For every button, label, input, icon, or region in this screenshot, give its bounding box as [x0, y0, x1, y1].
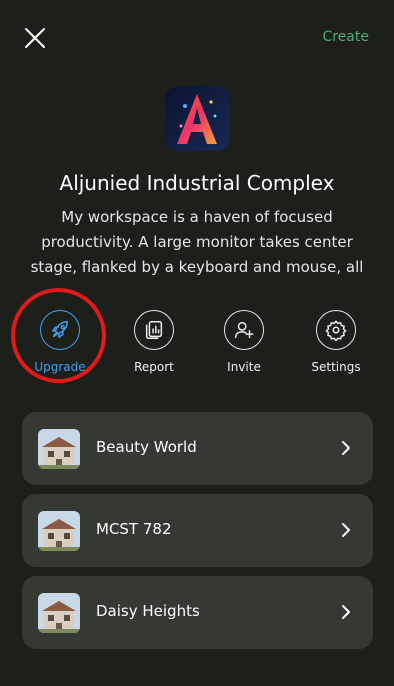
list-item-label: MCST 782 — [96, 520, 172, 538]
chevron-right-icon — [342, 605, 350, 619]
create-button[interactable]: Create — [322, 29, 369, 45]
chevron-right-icon — [342, 441, 350, 455]
building-thumbnail — [38, 511, 80, 551]
close-button[interactable] — [24, 27, 46, 49]
report-button[interactable]: Report — [114, 310, 194, 374]
location-list: Beauty World MCST 782 Daisy Heights — [22, 412, 373, 658]
workspace-title: Aljunied Industrial Complex — [59, 171, 335, 195]
invite-button[interactable]: Invite — [204, 310, 284, 374]
workspace-avatar — [165, 86, 230, 151]
list-item-label: Beauty World — [96, 438, 197, 456]
list-item-beauty-world[interactable]: Beauty World — [22, 412, 373, 485]
workspace-description: My workspace is a haven of focused produ… — [30, 208, 364, 276]
list-item-mcst-782[interactable]: MCST 782 — [22, 494, 373, 567]
upgrade-highlight-ring — [11, 288, 106, 383]
gear-icon — [325, 320, 347, 341]
workspace-logo-image — [165, 86, 230, 151]
building-thumbnail — [38, 429, 80, 469]
settings-button[interactable]: Settings — [296, 310, 376, 374]
list-item-label: Daisy Heights — [96, 602, 200, 620]
report-icon — [145, 321, 163, 339]
invite-label: Invite — [227, 360, 261, 374]
close-icon — [25, 28, 45, 48]
add-user-icon — [235, 321, 254, 339]
chevron-right-icon — [342, 523, 350, 537]
report-label: Report — [134, 360, 174, 374]
list-item-daisy-heights[interactable]: Daisy Heights — [22, 576, 373, 649]
settings-label: Settings — [311, 360, 361, 374]
building-thumbnail — [38, 593, 80, 633]
